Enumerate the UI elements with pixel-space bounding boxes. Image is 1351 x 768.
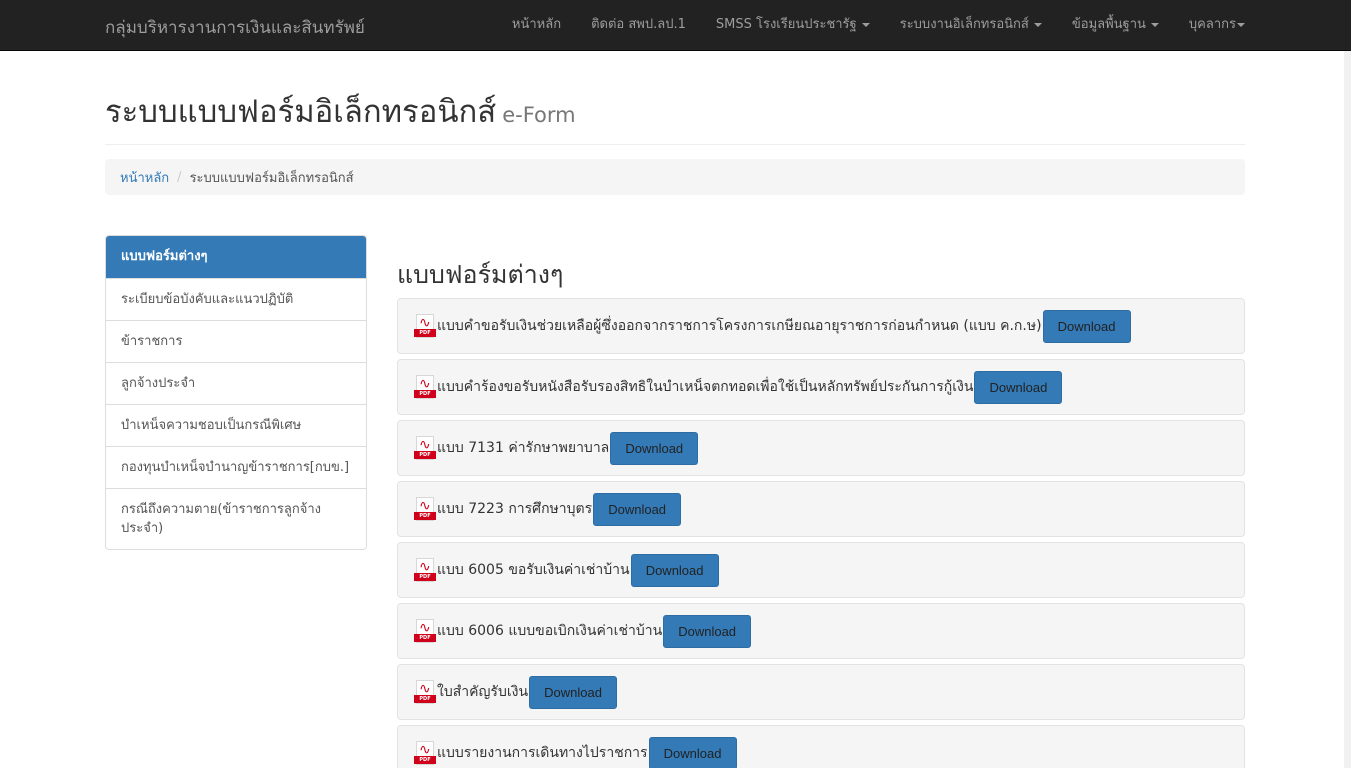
form-title: แบบรายงานการเดินทางไปราชการ (437, 745, 648, 761)
nav-link-label: ข้อมูลพื้นฐาน (1071, 17, 1146, 32)
nav-link-label: SMSS โรงเรียนประชารัฐ (715, 17, 857, 32)
breadcrumb-home-link[interactable]: หน้าหลัก (120, 167, 169, 188)
list-item: ∿ PDF แบบ 6006 แบบขอเบิกเงินค่าเช่าบ้าน D… (397, 603, 1245, 659)
form-title: แบบ 7131 ค่ารักษาพยาบาล (437, 440, 610, 456)
section-title: แบบฟอร์มต่างๆ (397, 260, 564, 289)
page-title-text: ระบบแบบฟอร์มอิเล็กทรอนิกส์ (105, 94, 497, 130)
forms-list: ∿ PDF แบบคำขอรับเงินช่วยเหลือผู้ซึ่งออกจา… (397, 298, 1245, 768)
list-item: ∿ PDF แบบคำขอรับเงินช่วยเหลือผู้ซึ่งออกจา… (397, 298, 1245, 354)
nav-link-label: หน้าหลัก (511, 17, 562, 32)
form-title: แบบ 6005 ขอรับเงินค่าเช่าบ้าน (437, 562, 630, 578)
caret-down-icon (1033, 22, 1042, 27)
nav-link-label: บุคลากร (1188, 17, 1236, 32)
sidebar-item-gpf[interactable]: กองทุนบำเหน็จบำนาญข้าราชการ[กบข.] (106, 446, 366, 488)
nav-link-home[interactable]: หน้าหลัก (497, 0, 576, 50)
breadcrumb: หน้าหลัก / ระบบแบบฟอร์มอิเล็กทรอนิกส์ (105, 159, 1245, 195)
pdf-icon: ∿ PDF (414, 619, 436, 643)
navbar-brand[interactable]: กลุ่มบริหารงานการเงินและสินทรัพย์ (105, 14, 365, 41)
download-button[interactable]: Download (974, 370, 1063, 404)
pdf-icon: ∿ PDF (414, 436, 436, 460)
list-item: ∿ PDF ใบสำคัญรับเงิน Download (397, 664, 1245, 720)
sidebar-item-civil-servants[interactable]: ข้าราชการ (106, 320, 366, 362)
top-navbar: กลุ่มบริหารงานการเงินและสินทรัพย์ หน้าหล… (0, 0, 1351, 51)
sidebar-menu: แบบฟอร์มต่างๆ ระเบียบข้อบังคับและแนวปฏิบ… (105, 235, 367, 550)
list-item: ∿ PDF แบบ 6005 ขอรับเงินค่าเช่าบ้าน Downl… (397, 542, 1245, 598)
list-item: ∿ PDF แบบรายงานการเดินทางไปราชการ Downloa… (397, 725, 1245, 768)
list-item: ∿ PDF แบบ 7223 การศึกษาบุตร Download (397, 481, 1245, 537)
sidebar-item-death-case[interactable]: กรณีถึงความตาย(ข้าราชการลูกจ้างประจำ) (106, 488, 366, 549)
breadcrumb-current: ระบบแบบฟอร์มอิเล็กทรอนิกส์ (189, 170, 354, 186)
download-button[interactable]: Download (663, 614, 752, 648)
form-title: แบบ 6006 แบบขอเบิกเงินค่าเช่าบ้าน (437, 623, 663, 639)
form-title: แบบคำร้องขอรับหนังสือรับรองสิทธิในบำเหน็… (437, 379, 974, 395)
nav-link-label: ติดต่อ สพป.ลป.1 (591, 17, 686, 32)
page-title: ระบบแบบฟอร์มอิเล็กทรอนิกส์ e-Form (105, 86, 1245, 136)
pdf-icon: ∿ PDF (414, 375, 436, 399)
nav-link-contact[interactable]: ติดต่อ สพป.ลป.1 (576, 0, 701, 50)
download-button[interactable]: Download (648, 736, 737, 768)
nav-link-basic-info[interactable]: ข้อมูลพื้นฐาน (1057, 0, 1174, 50)
sidebar-item-permanent-employees[interactable]: ลูกจ้างประจำ (106, 362, 366, 404)
download-button[interactable]: Download (529, 675, 618, 709)
pdf-icon: ∿ PDF (414, 497, 436, 521)
form-title: แบบคำขอรับเงินช่วยเหลือผู้ซึ่งออกจากราชก… (437, 318, 1042, 334)
list-item: ∿ PDF แบบ 7131 ค่ารักษาพยาบาล Download (397, 420, 1245, 476)
download-button[interactable]: Download (1042, 309, 1131, 343)
nav-link-smss[interactable]: SMSS โรงเรียนประชารัฐ (701, 0, 885, 50)
sidebar-item-special-gratuity[interactable]: บำเหน็จความชอบเป็นกรณีพิเศษ (106, 404, 366, 446)
caret-down-icon (1237, 22, 1245, 27)
list-item: ∿ PDF แบบคำร้องขอรับหนังสือรับรองสิทธิในบ… (397, 359, 1245, 415)
caret-down-icon (1150, 22, 1159, 27)
caret-down-icon (861, 22, 870, 27)
form-title: ใบสำคัญรับเงิน (437, 684, 529, 700)
page-scrollbar[interactable] (1344, 51, 1351, 768)
download-button[interactable]: Download (593, 492, 682, 526)
pdf-icon: ∿ PDF (414, 741, 436, 765)
pdf-icon: ∿ PDF (414, 314, 436, 338)
sidebar-item-regulations[interactable]: ระเบียบข้อบังคับและแนวปฏิบัติ (106, 278, 366, 320)
nav-link-label: ระบบงานอิเล็กทรอนิกส์ (899, 17, 1029, 32)
nav-link-personnel[interactable]: บุคลากร (1174, 0, 1245, 50)
pdf-icon: ∿ PDF (414, 680, 436, 704)
navbar-links: หน้าหลัก ติดต่อ สพป.ลป.1 SMSS โรงเรียนปร… (497, 0, 1245, 50)
form-title: แบบ 7223 การศึกษาบุตร (437, 501, 593, 517)
page-subtitle: e-Form (502, 103, 576, 127)
download-button[interactable]: Download (630, 553, 719, 587)
page-header: ระบบแบบฟอร์มอิเล็กทรอนิกส์ e-Form (105, 86, 1245, 145)
nav-link-e-systems[interactable]: ระบบงานอิเล็กทรอนิกส์ (885, 0, 1057, 50)
sidebar-item-forms[interactable]: แบบฟอร์มต่างๆ (106, 236, 366, 278)
download-button[interactable]: Download (610, 431, 699, 465)
pdf-icon: ∿ PDF (414, 558, 436, 582)
breadcrumb-separator: / (177, 169, 182, 185)
